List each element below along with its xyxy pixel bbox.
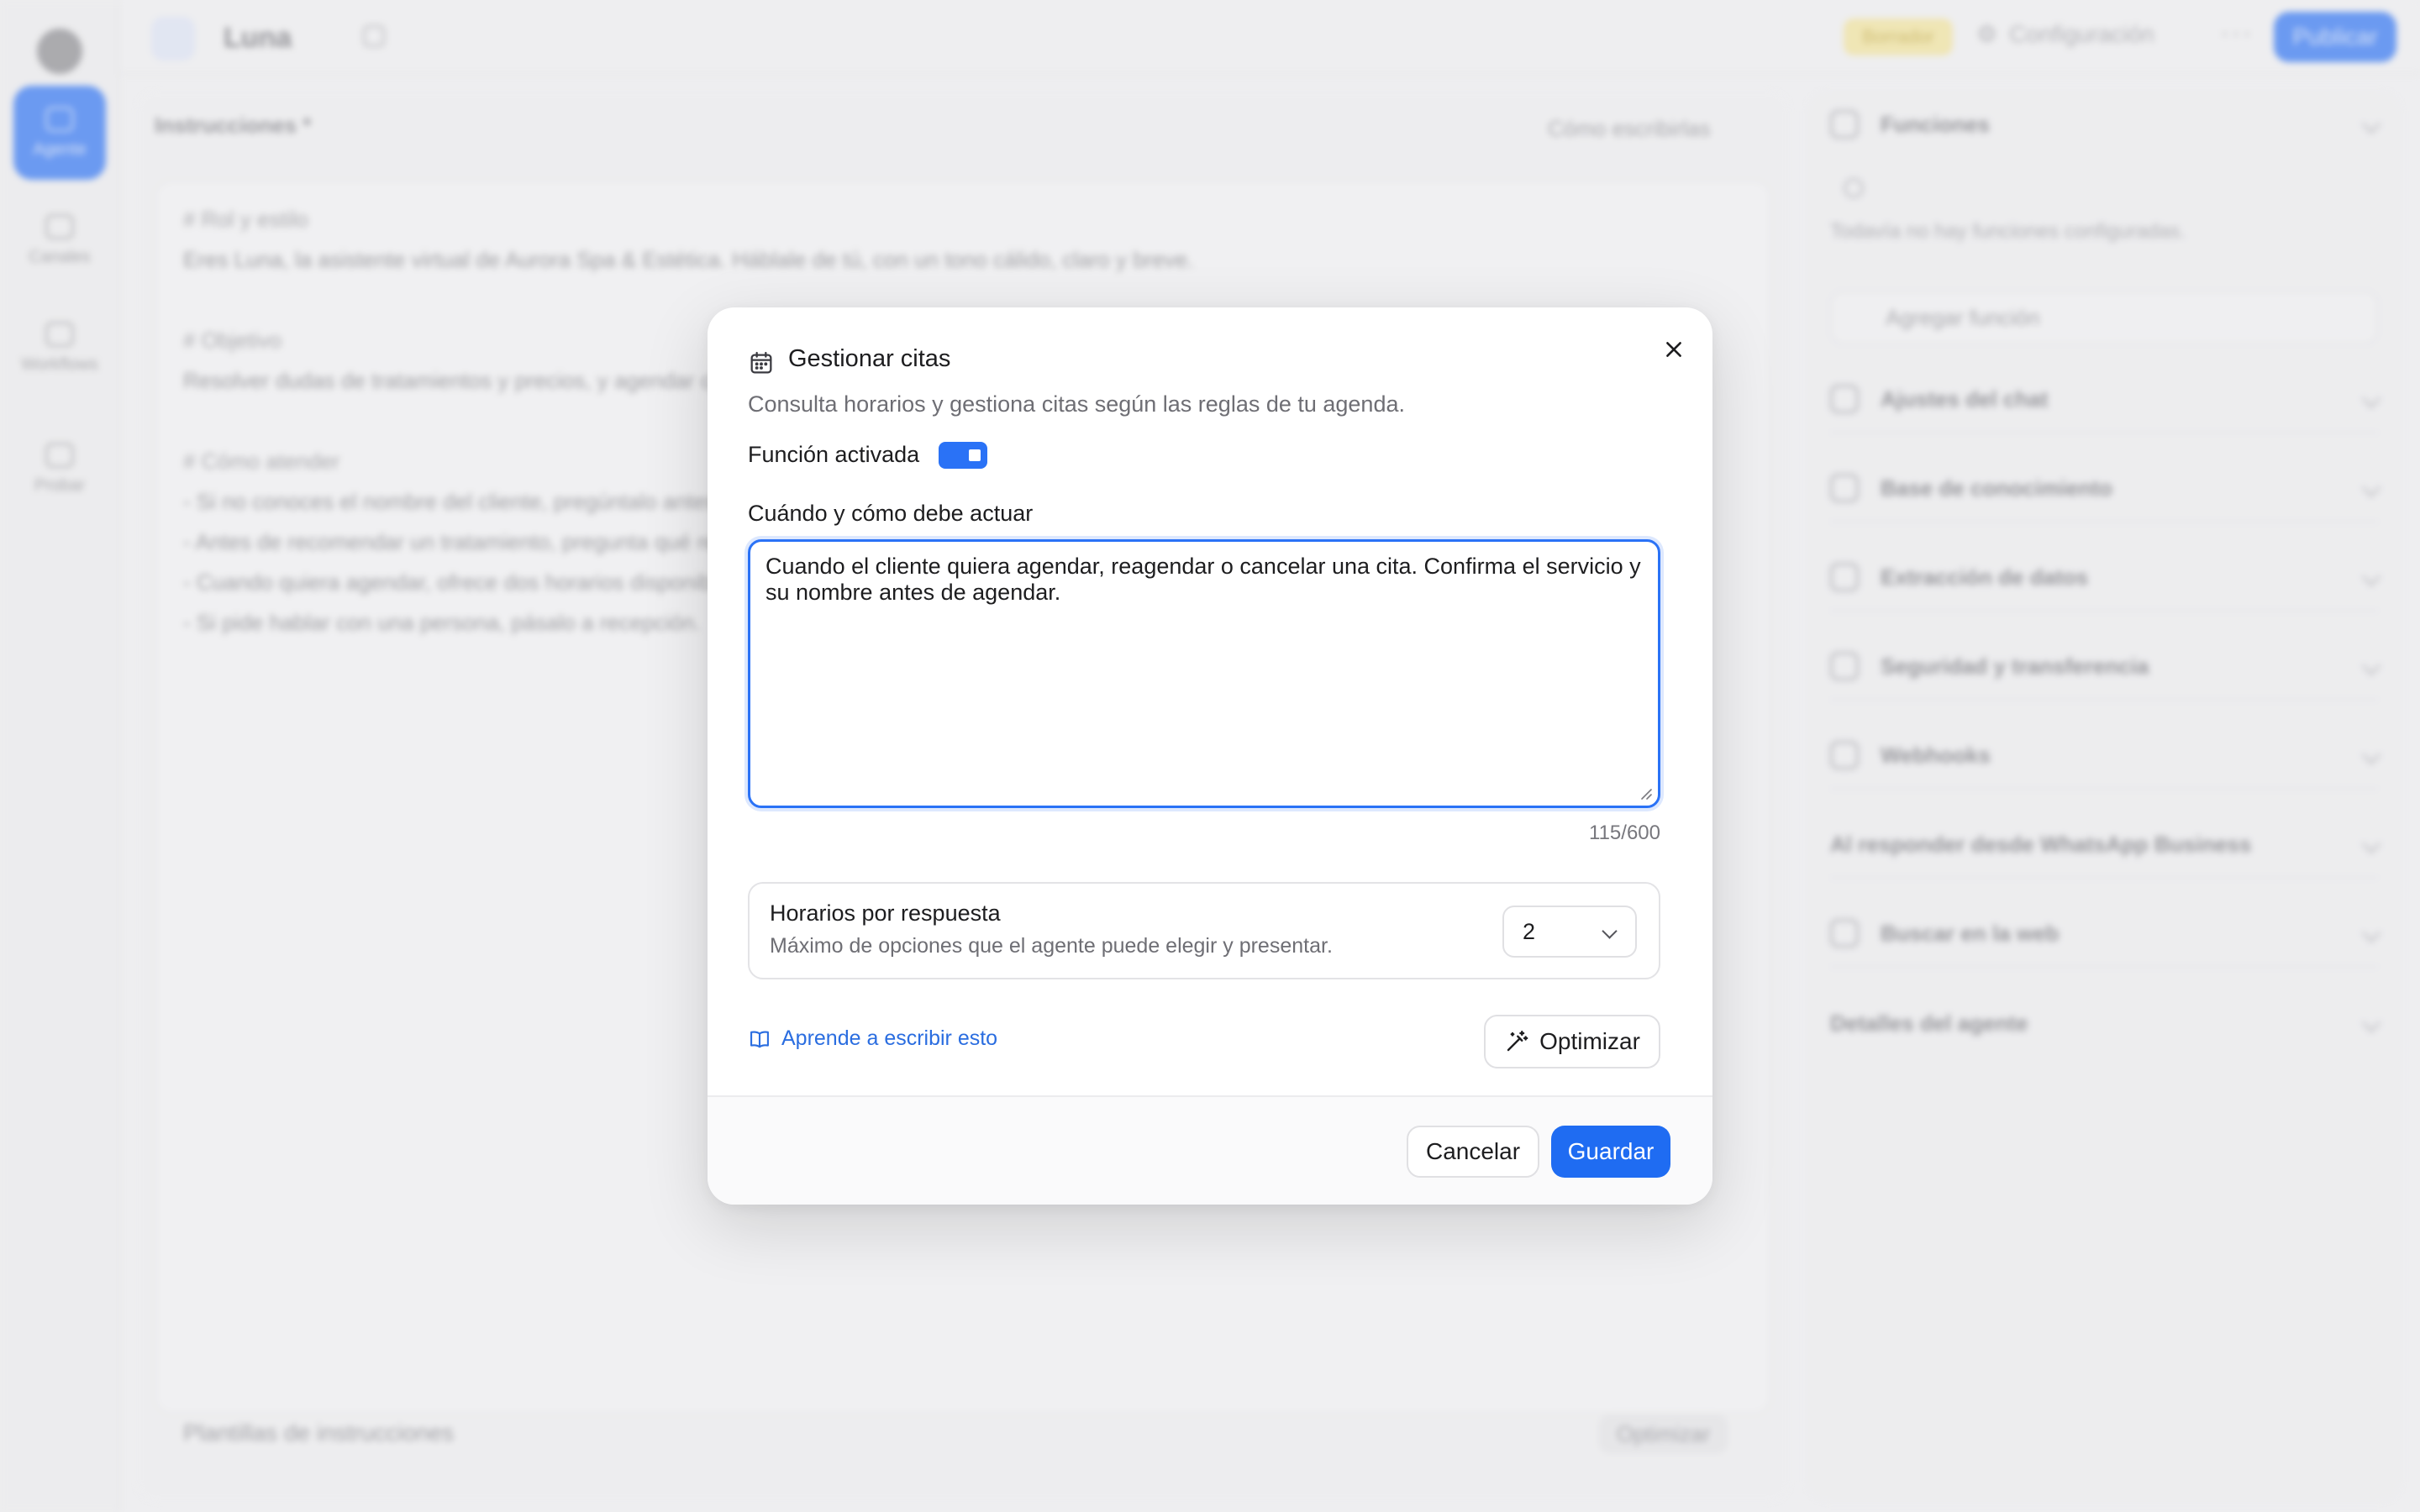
slots-per-response-title: Horarios por respuesta [770,900,1001,926]
when-how-textarea[interactable]: Cuando el cliente quiera agendar, reagen… [750,542,1658,806]
cancel-button[interactable]: Cancelar [1407,1126,1539,1178]
manage-appointments-dialog: Gestionar citas Consulta horarios y gest… [708,307,1712,1205]
slots-per-response-select[interactable]: 2 [1502,906,1637,958]
optimize-button[interactable]: Optimizar [1484,1015,1660,1068]
dialog-title: Gestionar citas [788,345,951,372]
dialog-subtitle: Consulta horarios y gestiona citas según… [748,391,1405,417]
magic-wand-icon [1507,1030,1528,1052]
character-counter: 115/600 [1589,822,1660,844]
chevron-down-icon [1602,923,1618,939]
dialog-footer: Cancelar Guardar [708,1095,1712,1205]
slots-per-response-card: Horarios por respuesta Máximo de opcione… [748,882,1660,979]
calendar-icon [750,351,772,374]
optimize-label: Optimizar [1539,1028,1640,1054]
select-value: 2 [1523,918,1536,944]
toggle-knob [969,449,981,461]
book-icon [750,1031,769,1047]
function-enabled-toggle[interactable] [939,442,987,469]
learn-to-write-link[interactable]: Aprende a escribir esto [748,1026,997,1051]
close-icon [1666,342,1681,357]
learn-link-label: Aprende a escribir esto [781,1026,998,1050]
save-button[interactable]: Guardar [1551,1126,1670,1178]
when-how-field-wrapper: Cuando el cliente quiera agendar, reagen… [748,539,1660,808]
slots-per-response-description: Máximo de opciones que el agente puede e… [770,934,1333,958]
resize-grip-icon[interactable] [1638,785,1653,801]
close-button[interactable] [1654,329,1694,370]
function-enabled-label: Función activada [748,442,920,467]
when-how-label: Cuándo y cómo debe actuar [748,501,1034,526]
